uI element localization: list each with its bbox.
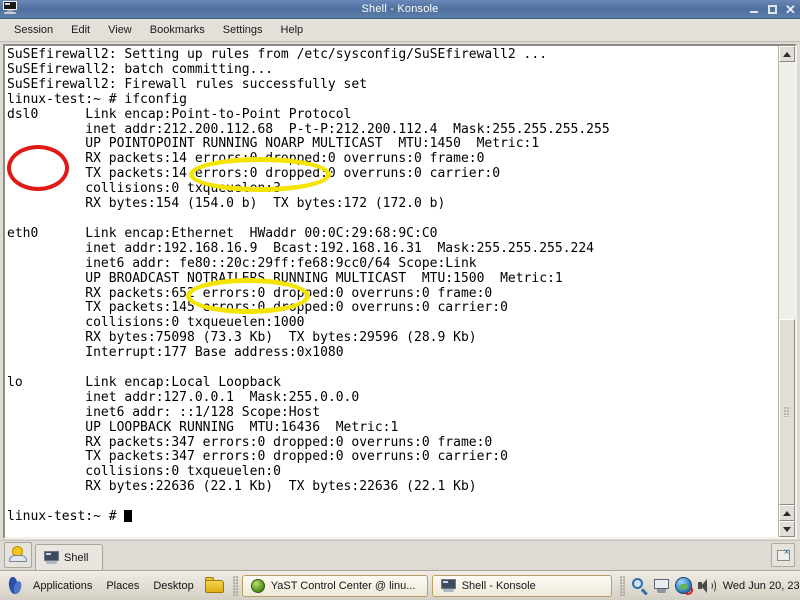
volume-icon[interactable] (696, 576, 716, 596)
window-controls: ✕ (749, 3, 796, 16)
scroll-up-arrow-top[interactable] (779, 46, 795, 62)
task-button-yast[interactable]: YaST Control Center @ linu... (241, 574, 428, 597)
suse-gecko-icon[interactable] (4, 575, 26, 597)
display-icon[interactable] (652, 576, 672, 596)
desktop-taskbar: Applications Places Desktop YaST Control… (0, 570, 800, 600)
terminal-cursor (124, 510, 133, 523)
scroll-up-arrow-bottom[interactable] (779, 505, 795, 521)
new-session-icon[interactable] (4, 542, 32, 568)
task-button-shell[interactable]: Shell - Konsole (431, 574, 612, 597)
menu-desktop[interactable]: Desktop (146, 580, 200, 592)
menu-places[interactable]: Places (99, 580, 146, 592)
menu-settings[interactable]: Settings (214, 22, 272, 38)
konsole-icon (440, 579, 456, 592)
menubar: Session Edit View Bookmarks Settings Hel… (0, 19, 800, 42)
terminal-scrollbar[interactable] (778, 46, 795, 537)
minimize-button[interactable] (749, 4, 760, 15)
konsole-window: Shell - Konsole ✕ Session Edit View Book… (0, 0, 800, 570)
scroll-down-arrow[interactable] (779, 521, 795, 537)
scrollbar-track[interactable] (779, 62, 795, 505)
terminal-output-area[interactable]: SuSEfirewall2: Setting up rules from /et… (5, 46, 778, 537)
menu-bookmarks[interactable]: Bookmarks (141, 22, 214, 38)
folder-icon[interactable] (204, 576, 225, 595)
menu-edit[interactable]: Edit (62, 22, 99, 38)
network-globe-icon[interactable] (674, 576, 694, 596)
close-button[interactable]: ✕ (785, 3, 796, 16)
session-tabbar: Shell (0, 540, 800, 570)
close-tab-icon[interactable] (771, 543, 795, 567)
window-title: Shell - Konsole (361, 3, 439, 15)
maximize-button[interactable] (767, 4, 778, 15)
menu-view[interactable]: View (99, 22, 141, 38)
taskbar-clock[interactable]: Wed Jun 20, 23:37 (717, 580, 800, 592)
menu-session[interactable]: Session (5, 22, 62, 38)
terminal-region: SuSEfirewall2: Setting up rules from /et… (0, 42, 800, 540)
konsole-icon (44, 551, 59, 564)
task-label: Shell - Konsole (461, 579, 536, 592)
terminal-text: SuSEfirewall2: Setting up rules from /et… (7, 47, 610, 525)
search-icon[interactable] (630, 576, 650, 596)
taskbar-grip-2[interactable] (619, 575, 625, 596)
tab-shell[interactable]: Shell (35, 544, 104, 570)
yast-icon (250, 578, 265, 593)
task-label: YaST Control Center @ linu... (270, 579, 416, 592)
desktop-screen: Shell - Konsole ✕ Session Edit View Book… (0, 0, 800, 600)
window-titlebar[interactable]: Shell - Konsole ✕ (0, 0, 800, 19)
taskbar-grip-1[interactable] (232, 575, 238, 596)
scrollbar-thumb[interactable] (779, 318, 795, 505)
terminal-frame: SuSEfirewall2: Setting up rules from /et… (3, 44, 797, 539)
tab-label: Shell (64, 551, 89, 564)
menu-help[interactable]: Help (272, 22, 313, 38)
menu-applications[interactable]: Applications (26, 580, 99, 592)
